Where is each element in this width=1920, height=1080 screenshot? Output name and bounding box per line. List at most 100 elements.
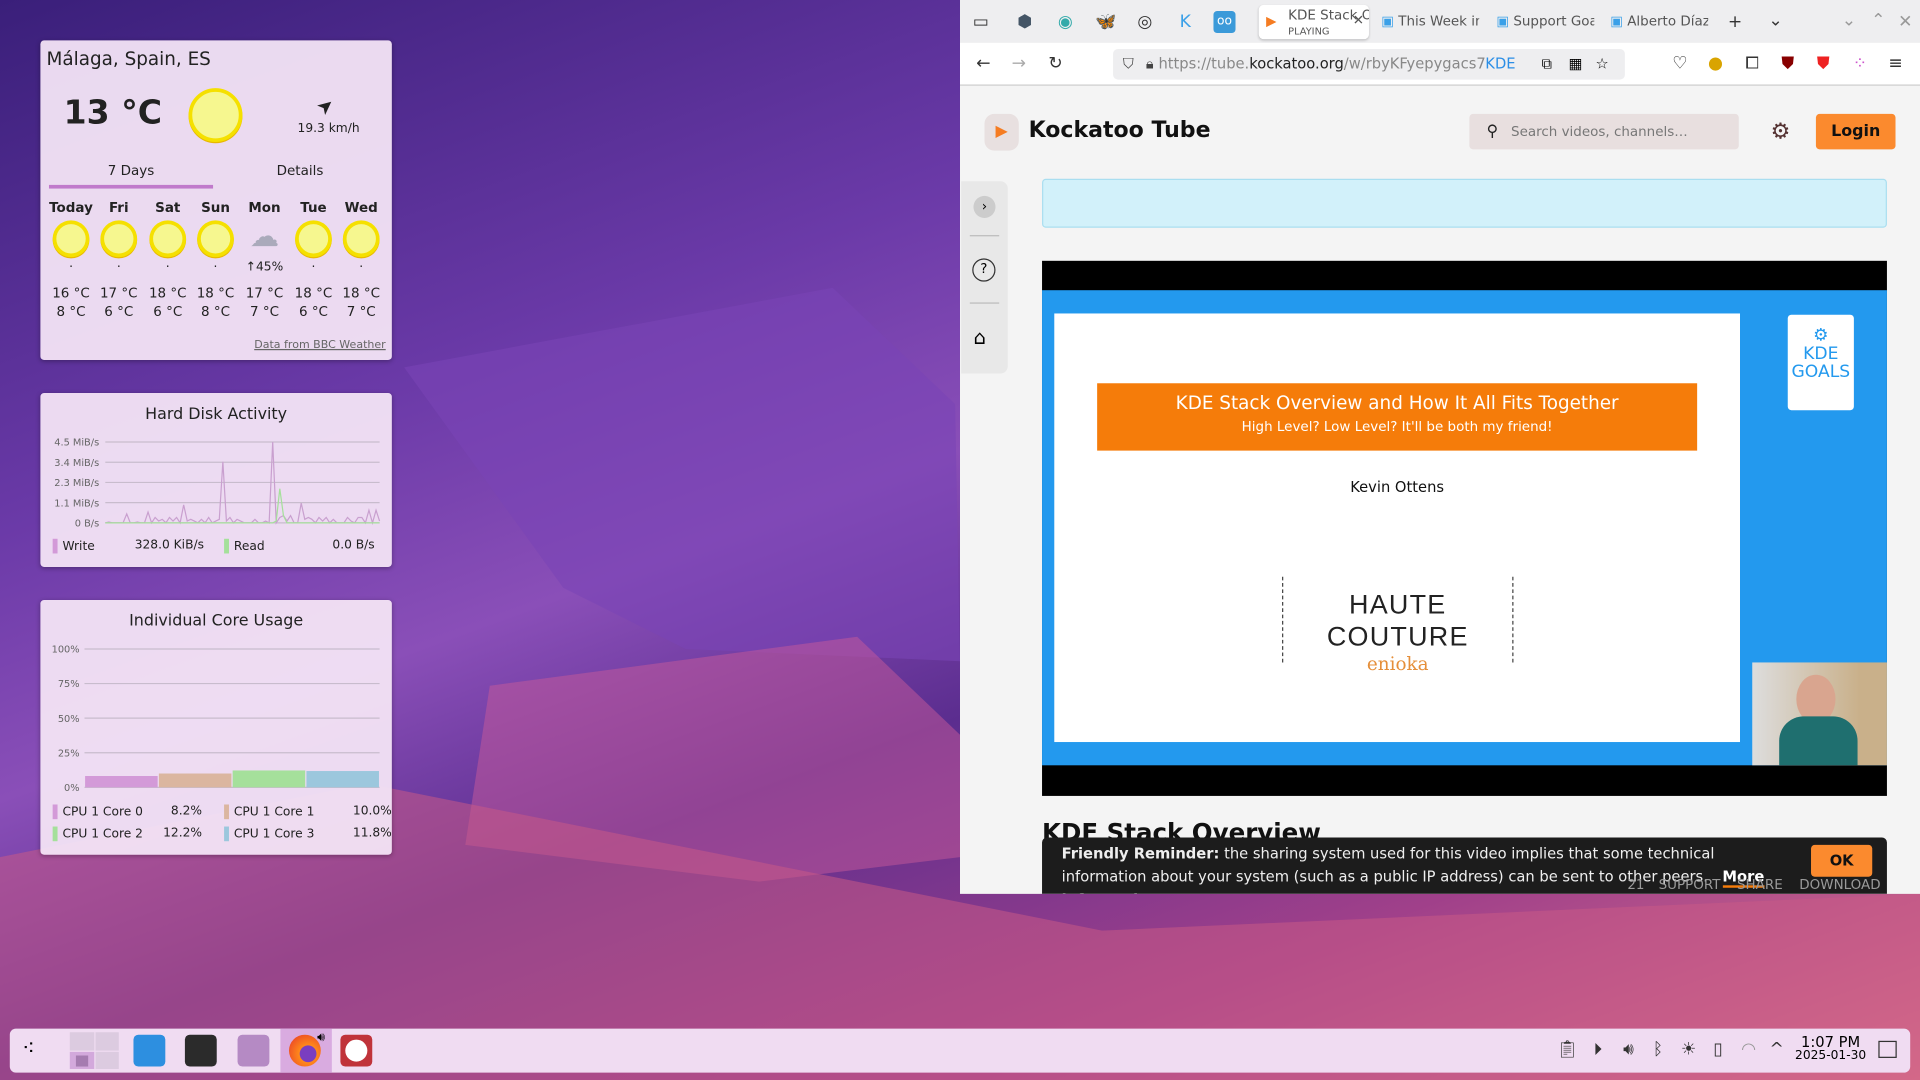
video-player[interactable]: KDE Stack Overview and How It All Fits T… (1042, 260, 1887, 796)
tab[interactable]: ▣ Support Goals (1496, 9, 1594, 38)
media-player-icon[interactable]: ⏵ (1587, 1040, 1609, 1060)
pinned-tab-nextcloud-icon[interactable]: oo (1213, 11, 1236, 34)
expand-menu-icon[interactable]: › (973, 195, 996, 218)
wifi-icon[interactable]: ◠ (1738, 1040, 1760, 1060)
tab-overview-icon[interactable]: ▭ (970, 11, 992, 33)
low-temp: 8 °C (56, 303, 86, 320)
search-icon: ⚲ (1486, 122, 1499, 141)
tab[interactable]: ▣ This Week in KDE (1381, 9, 1479, 38)
core-label: CPU 1 Core 1 (233, 805, 315, 820)
slide-subtitle: High Level? Low Level? It'll be both my … (1241, 418, 1553, 435)
url-bar[interactable]: ⛉ 🔒︎ https://tube.kockatoo.org/w/rbyKFye… (1113, 48, 1625, 80)
close-window-icon[interactable]: ✕ (1894, 11, 1916, 33)
extension-icon[interactable]: ● (1704, 53, 1726, 75)
firefox-task[interactable]: 🔊︎ (280, 1028, 332, 1073)
discover-icon[interactable] (133, 1034, 166, 1067)
apps-grid-icon[interactable]: ⁘ (1849, 53, 1871, 75)
download-button[interactable]: DOWNLOAD (1799, 877, 1880, 893)
low-temp: 6 °C (153, 303, 183, 320)
disk-activity-widget: Hard Disk Activity 4.5 MiB/s 3.4 MiB/s 2.3… (40, 393, 392, 567)
sun-icon (52, 220, 90, 258)
tab-active[interactable]: ▶ KDE Stack Overview PLAYING ✕ (1258, 4, 1369, 40)
write-value: 328.0 KiB/s (134, 538, 204, 553)
forecast-day: Wed · 18 °C 7 °C (337, 200, 386, 320)
slide: KDE Stack Overview and How It All Fits T… (1042, 290, 1887, 766)
share-button[interactable]: SHARE (1737, 877, 1783, 893)
login-button[interactable]: Login (1815, 113, 1896, 150)
kde-goals-logo: ⚙ KDE GOALS (1787, 314, 1854, 411)
support-button[interactable]: SUPPORT (1659, 877, 1721, 893)
search-input[interactable]: Search videos, channels… (1469, 113, 1739, 150)
settings-gear-icon[interactable]: ⚙ (1771, 119, 1791, 145)
like-count[interactable]: 21 (1627, 877, 1644, 893)
back-icon[interactable]: ← (972, 53, 994, 75)
play-icon: ▶ (1266, 13, 1277, 30)
speaker-webcam (1752, 662, 1887, 766)
sun-icon (100, 220, 138, 258)
y-tick-label: 50% (58, 714, 80, 725)
extensions-puzzle-icon[interactable]: ⧠ (1741, 53, 1763, 75)
new-tab-icon[interactable]: + (1724, 11, 1746, 33)
maximize-icon[interactable]: ⌃ (1867, 10, 1889, 32)
high-temp: 18 °C (148, 285, 187, 302)
volume-icon[interactable]: 🔊︎ (1618, 1040, 1640, 1060)
brightness-icon[interactable]: ☀ (1678, 1040, 1700, 1060)
precipitation: · (165, 260, 170, 275)
core-value: 11.8% (352, 826, 392, 841)
help-icon[interactable]: ? (972, 258, 996, 282)
close-tab-icon[interactable]: ✕ (1353, 12, 1364, 28)
pager[interactable] (69, 1032, 119, 1069)
tab-7-days[interactable]: 7 Days (49, 163, 213, 179)
minimize-icon[interactable]: ⌄ (1838, 10, 1860, 32)
taskbar: ⁖ 🔊︎ 📋︎ ⏵ 🔊︎ ᛒ ☀ ▯ ◠ ^ 1:07 PM 2025-01-3… (9, 1028, 1911, 1073)
bluetooth-icon[interactable]: ᛒ (1647, 1040, 1669, 1060)
menu-icon[interactable]: ≡ (1884, 53, 1906, 75)
core-legend-item: CPU 1 Core 3 11.8% (224, 826, 392, 842)
tray-expand-icon[interactable]: ^ (1766, 1040, 1788, 1060)
ublock-icon[interactable]: ⛊ (1777, 53, 1799, 75)
low-temp: 7 °C (346, 303, 376, 320)
home-icon[interactable]: ⌂ (973, 326, 985, 349)
site-logo[interactable]: ▶ (984, 113, 1019, 151)
sun-icon (188, 88, 243, 143)
tab[interactable]: ▣ Alberto Díaz (1610, 9, 1708, 38)
core-usage-widget: Individual Core Usage 100% 75% 50% 25% 0% CP… (40, 600, 392, 855)
clipboard-icon[interactable]: 📋︎ (1556, 1040, 1578, 1060)
core-bar (306, 771, 379, 788)
core-value: 8.2% (170, 804, 203, 818)
dolphin-folder-icon[interactable] (237, 1034, 270, 1067)
weather-source-link[interactable]: Data from BBC Weather (254, 339, 385, 351)
pinned-tab-kde-icon[interactable]: K (1174, 11, 1196, 33)
low-temp: 7 °C (249, 303, 279, 320)
app-launcher-icon[interactable]: ⁖ (22, 1036, 35, 1062)
pocket-icon[interactable]: ♡ (1669, 53, 1691, 75)
video-extension-icon[interactable]: ⛊ (1812, 53, 1834, 75)
day-name: Mon (248, 199, 281, 216)
pinned-tab-icon[interactable]: ⬢ (1014, 11, 1036, 33)
battery-icon[interactable]: ▯ (1707, 1040, 1729, 1060)
core-legend-item: CPU 1 Core 2 12.2% (52, 826, 212, 842)
bookmark-star-icon[interactable]: ☆ (1596, 49, 1609, 80)
core-bar (158, 773, 232, 788)
pinned-tab-bluesky-icon[interactable]: 🦋 (1095, 11, 1117, 33)
ok-button[interactable]: OK (1811, 844, 1873, 877)
low-temp: 6 °C (298, 303, 328, 320)
info-banner (1042, 178, 1887, 228)
list-tabs-icon[interactable]: ⌄ (1764, 10, 1786, 32)
pinned-tab-globe-icon[interactable]: ◎ (1134, 11, 1156, 33)
clock[interactable]: 1:07 PM 2025-01-30 (1788, 1035, 1874, 1064)
y-tick-label: 4.5 MiB/s (54, 438, 99, 449)
sun-icon (342, 220, 380, 258)
tab-details[interactable]: Details (218, 163, 382, 179)
pinned-tab-fs-icon[interactable]: ◉ (1054, 11, 1076, 33)
tab-bar: ▭ ⬢ ◉ 🦋 ◎ K oo ▶ KDE Stack Overview PLAY… (960, 0, 1920, 43)
reload-icon[interactable]: ↻ (1044, 53, 1066, 75)
sun-icon (197, 220, 234, 258)
show-desktop-icon[interactable] (1878, 1040, 1897, 1058)
ghost-app-icon[interactable] (340, 1034, 373, 1067)
site-name[interactable]: Kockatoo Tube (1029, 118, 1211, 144)
system-settings-icon[interactable] (184, 1034, 217, 1067)
forward-icon[interactable]: → (1008, 53, 1030, 75)
core-label: CPU 1 Core 2 (62, 827, 143, 842)
forecast-day: Tue · 18 °C 6 °C (289, 200, 338, 320)
